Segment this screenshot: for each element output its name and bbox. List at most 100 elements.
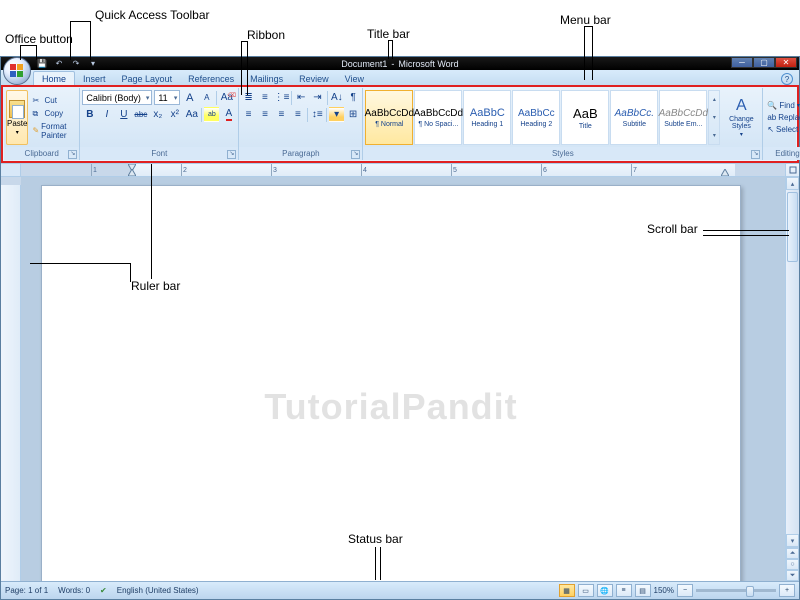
font-color-button[interactable]: A [221, 107, 236, 122]
bold-button[interactable]: B [82, 107, 97, 122]
underline-button[interactable]: U [116, 107, 131, 122]
italic-button[interactable]: I [99, 107, 114, 122]
tab-home[interactable]: Home [33, 71, 75, 85]
multilevel-list-button[interactable]: ⋮≡ [274, 90, 289, 105]
styles-dialog-launcher[interactable]: ↘ [751, 150, 760, 159]
tab-review[interactable]: Review [291, 72, 337, 85]
shading-button[interactable]: ▾ [329, 107, 343, 122]
align-right-button[interactable]: ≡ [274, 107, 288, 122]
font-size-combo[interactable]: 11 [154, 90, 180, 105]
view-outline-button[interactable]: ≡ [616, 584, 632, 597]
decrease-indent-button[interactable]: ⇤ [294, 90, 308, 105]
hanging-indent-icon[interactable] [128, 169, 136, 176]
scroll-up-button[interactable]: ▴ [786, 177, 799, 190]
justify-button[interactable]: ≡ [291, 107, 305, 122]
next-page-button[interactable]: ⏷ [786, 570, 799, 581]
superscript-button[interactable]: x² [167, 107, 182, 122]
scroll-thumb[interactable] [787, 192, 798, 262]
style-heading2[interactable]: AaBbCcHeading 2 [512, 90, 560, 145]
numbering-button[interactable]: ≡ [258, 90, 272, 105]
font-name-combo[interactable]: Calibri (Body) [82, 90, 152, 105]
scroll-down-button[interactable]: ▾ [786, 534, 799, 547]
style-no-spacing[interactable]: AaBbCcDd¶ No Spaci... [414, 90, 462, 145]
qat-save-icon[interactable]: 💾 [35, 58, 49, 69]
zoom-in-button[interactable]: + [779, 584, 795, 597]
zoom-slider[interactable] [696, 589, 776, 592]
style-normal[interactable]: AaBbCcDd¶ Normal [365, 90, 413, 145]
strikethrough-button[interactable]: abc [133, 107, 148, 122]
group-label-font: Font↘ [80, 147, 238, 160]
view-draft-button[interactable]: ▤ [635, 584, 651, 597]
right-indent-icon[interactable] [721, 169, 729, 176]
vertical-scrollbar[interactable]: ▴ ▾ ⏶ ○ ⏷ [785, 177, 799, 581]
status-words[interactable]: Words: 0 [58, 586, 90, 595]
styles-gallery-more[interactable]: ▴▾▾ [708, 90, 720, 145]
change-styles-button[interactable]: A Change Styles ▾ [722, 90, 760, 145]
scroll-track[interactable] [786, 190, 799, 534]
paste-button[interactable]: Paste ▾ [6, 90, 28, 145]
qat-customize-icon[interactable]: ▾ [86, 58, 100, 69]
style-subtitle[interactable]: AaBbCc.Subtitle [610, 90, 658, 145]
show-hide-button[interactable]: ¶ [346, 90, 360, 105]
ann-qat: Quick Access Toolbar [95, 8, 210, 22]
maximize-button[interactable]: ▢ [753, 57, 775, 68]
zoom-out-button[interactable]: − [677, 584, 693, 597]
format-painter-button[interactable]: ✎Format Painter [30, 121, 77, 141]
paragraph-dialog-launcher[interactable]: ↘ [351, 150, 360, 159]
subscript-button[interactable]: x₂ [150, 107, 165, 122]
tab-view[interactable]: View [337, 72, 372, 85]
brush-icon: ✎ [32, 126, 39, 136]
sort-button[interactable]: A↓ [330, 90, 344, 105]
change-case-button[interactable]: Aa [184, 107, 199, 122]
increase-indent-button[interactable]: ⇥ [310, 90, 324, 105]
status-proofing-icon[interactable]: ✔ [100, 586, 107, 595]
clear-formatting-button[interactable]: Aa⌫ [219, 90, 234, 105]
align-center-button[interactable]: ≡ [258, 107, 272, 122]
bullets-button[interactable]: ≣ [241, 90, 255, 105]
help-icon[interactable]: ? [781, 73, 793, 85]
find-button[interactable]: 🔍Find▾ [765, 100, 800, 111]
line-spacing-button[interactable]: ↕≡ [310, 107, 324, 122]
paste-dropdown-icon[interactable]: ▾ [16, 129, 19, 136]
highlight-button[interactable]: ab [204, 107, 219, 122]
tab-mailings[interactable]: Mailings [242, 72, 291, 85]
borders-button[interactable]: ⊞ [346, 107, 360, 122]
tab-insert[interactable]: Insert [75, 72, 114, 85]
font-dialog-launcher[interactable]: ↘ [227, 150, 236, 159]
ruler-toggle-button[interactable] [785, 164, 799, 176]
vertical-ruler[interactable] [1, 177, 21, 581]
minimize-button[interactable]: ─ [731, 57, 753, 68]
cut-button[interactable]: ✂Cut [30, 95, 77, 107]
window-title: Document1 - Microsoft Word [341, 59, 458, 69]
copy-label: Copy [44, 109, 63, 118]
clipboard-dialog-launcher[interactable]: ↘ [68, 150, 77, 159]
shrink-font-button[interactable]: A [199, 90, 214, 105]
view-print-layout-button[interactable]: ▦ [559, 584, 575, 597]
copy-button[interactable]: ⧉Copy [30, 108, 77, 120]
prev-page-button[interactable]: ⏶ [786, 548, 799, 559]
browse-object-button[interactable]: ○ [786, 559, 799, 570]
grow-font-button[interactable]: A [182, 90, 197, 105]
close-button[interactable]: ✕ [775, 57, 797, 68]
status-page[interactable]: Page: 1 of 1 [5, 586, 48, 595]
view-web-layout-button[interactable]: 🌐 [597, 584, 613, 597]
tab-references[interactable]: References [180, 72, 242, 85]
style-subtle-em[interactable]: AaBbCcDdSubtle Em... [659, 90, 707, 145]
document-page[interactable]: TutorialPandit [41, 185, 741, 581]
status-language[interactable]: English (United States) [117, 586, 199, 595]
tab-page-layout[interactable]: Page Layout [114, 72, 181, 85]
zoom-percent[interactable]: 150% [654, 586, 674, 595]
horizontal-ruler[interactable]: 1 2 3 4 5 6 7 [1, 163, 799, 177]
style-heading1[interactable]: AaBbCHeading 1 [463, 90, 511, 145]
office-button[interactable] [3, 57, 31, 85]
align-left-button[interactable]: ≡ [241, 107, 255, 122]
replace-button[interactable]: abReplace [765, 112, 800, 123]
select-button[interactable]: ↖Select▾ [765, 124, 800, 135]
ribbon-highlight: Paste ▾ ✂Cut ⧉Copy ✎Format Painter Clipb… [1, 85, 799, 163]
style-title[interactable]: AaBTitle [561, 90, 609, 145]
view-full-screen-button[interactable]: ▭ [578, 584, 594, 597]
page-viewport[interactable]: TutorialPandit [21, 177, 785, 581]
qat-undo-icon[interactable]: ↶ [52, 58, 66, 69]
title-bar: 💾 ↶ ↷ ▾ Document1 - Microsoft Word ─ ▢ ✕ [1, 57, 799, 70]
qat-redo-icon[interactable]: ↷ [69, 58, 83, 69]
